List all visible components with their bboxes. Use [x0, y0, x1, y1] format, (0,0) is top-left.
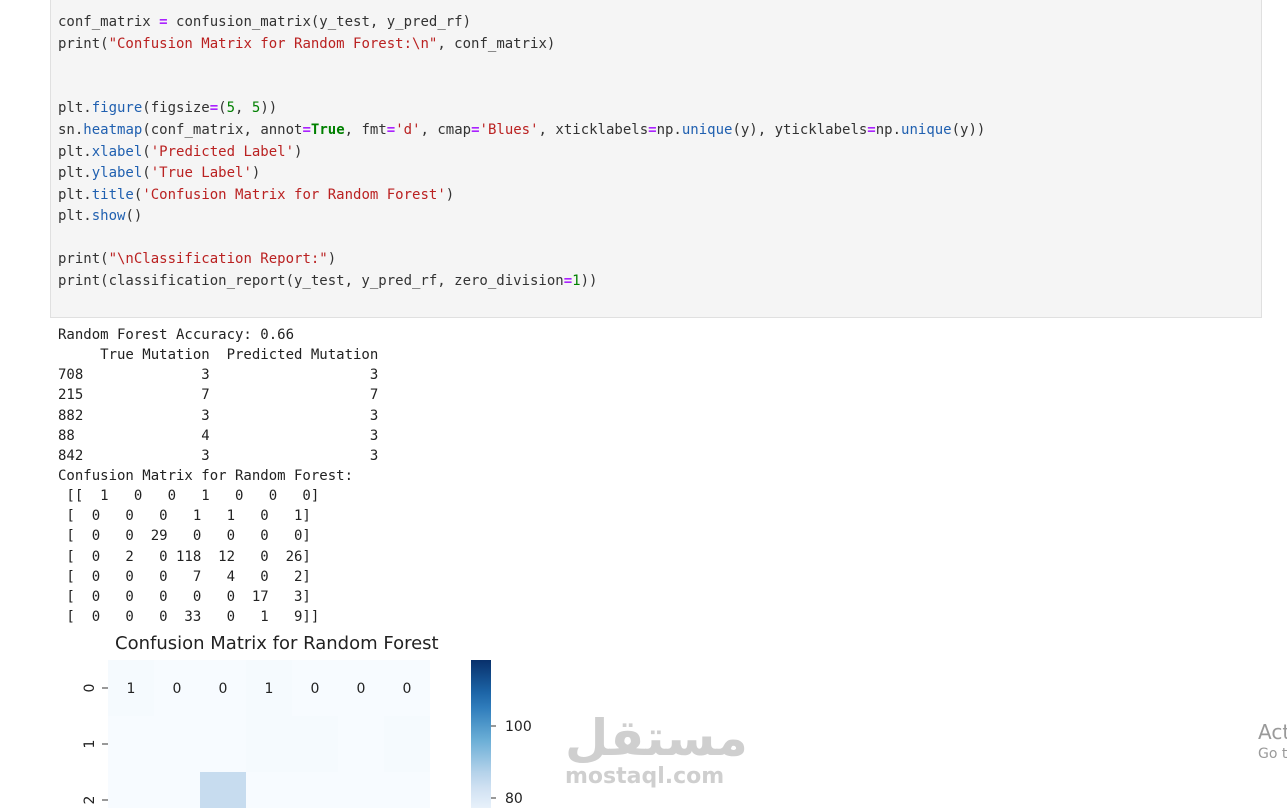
heatmap-annotation: 0 — [403, 681, 412, 697]
matrix-row: [ 0 0 0 1 1 0 1] — [58, 508, 311, 524]
code-line-9: print("\nClassification Report:") — [58, 251, 337, 267]
heatmap-annotation: 1 — [265, 681, 274, 697]
heatmap-cell — [154, 716, 200, 772]
heatmap-cell — [154, 772, 200, 808]
heatmap-cell — [292, 716, 338, 772]
colorbar-tick-label: 100 — [505, 719, 532, 735]
heatmap-cell — [200, 716, 246, 772]
table-row: 708 3 3 — [58, 367, 379, 383]
heatmap-cell — [292, 772, 338, 808]
heatmap-annotation: 0 — [357, 681, 366, 697]
heatmap-annotation: 0 — [173, 681, 182, 697]
colorbar-tick-label: 80 — [505, 791, 523, 807]
table-row: 215 7 7 — [58, 387, 379, 403]
heatmap-cell — [200, 772, 246, 808]
code-line-6: plt.ylabel('True Label') — [58, 165, 261, 181]
heatmap-cell — [384, 716, 430, 772]
matrix-heading: Confusion Matrix for Random Forest: — [58, 468, 354, 484]
activate-line-1: Act — [1258, 720, 1287, 744]
heatmap-annotation: 0 — [219, 681, 228, 697]
y-tick-label: 2 — [82, 796, 98, 805]
table-row: 842 3 3 — [58, 448, 379, 464]
code-line-10: print(classification_report(y_test, y_pr… — [58, 273, 598, 289]
code-line-3: plt.figure(figsize=(5, 5)) — [58, 100, 278, 116]
matrix-row: [[ 1 0 0 1 0 0 0] — [58, 488, 320, 504]
y-tick-label: 1 — [82, 740, 98, 749]
matrix-row: [ 0 0 0 7 4 0 2] — [58, 569, 311, 585]
heatmap-cell — [246, 716, 292, 772]
chart-title: Confusion Matrix for Random Forest — [115, 633, 439, 654]
table-row: 882 3 3 — [58, 408, 379, 424]
table-row: 88 4 3 — [58, 428, 379, 444]
code-line-1: conf_matrix = confusion_matrix(y_test, y… — [58, 14, 472, 30]
matrix-row: [ 0 2 0 118 12 0 26] — [58, 549, 311, 565]
y-tick-label: 0 — [82, 684, 98, 693]
code-line-4: sn.heatmap(conf_matrix, annot=True, fmt=… — [58, 122, 986, 138]
watermark-latin: mostaql.com — [565, 764, 725, 789]
activate-windows-notice: Act Go t — [1258, 720, 1287, 762]
code-line-5: plt.xlabel('Predicted Label') — [58, 144, 303, 160]
matrix-row: [ 0 0 0 0 0 17 3] — [58, 589, 311, 605]
activate-line-2: Go t — [1258, 746, 1287, 762]
heatmap-cell — [338, 772, 384, 808]
heatmap-cell — [108, 772, 154, 808]
heatmap-cell — [108, 716, 154, 772]
code-line-2: print("Confusion Matrix for Random Fores… — [58, 36, 556, 52]
heatmap-chart: 1 0 0 1 0 0 001210080 — [82, 660, 532, 808]
colorbar — [471, 660, 491, 808]
mostaql-watermark: مستقل mostaql.com — [565, 712, 748, 789]
heatmap-cell — [338, 716, 384, 772]
accuracy-output: Random Forest Accuracy: 0.66 — [58, 327, 295, 343]
code-line-8: plt.show() — [58, 208, 143, 224]
code-line-7: plt.title('Confusion Matrix for Random F… — [58, 187, 455, 203]
heatmap-cell — [384, 772, 430, 808]
matrix-row: [ 0 0 0 33 0 1 9]] — [58, 609, 320, 625]
heatmap-annotation: 0 — [311, 681, 320, 697]
heatmap-cell — [246, 772, 292, 808]
matrix-row: [ 0 0 29 0 0 0 0] — [58, 528, 311, 544]
watermark-arabic: مستقل — [565, 709, 748, 767]
heatmap-annotation: 1 — [127, 681, 136, 697]
table-header: True Mutation Predicted Mutation — [58, 347, 379, 363]
